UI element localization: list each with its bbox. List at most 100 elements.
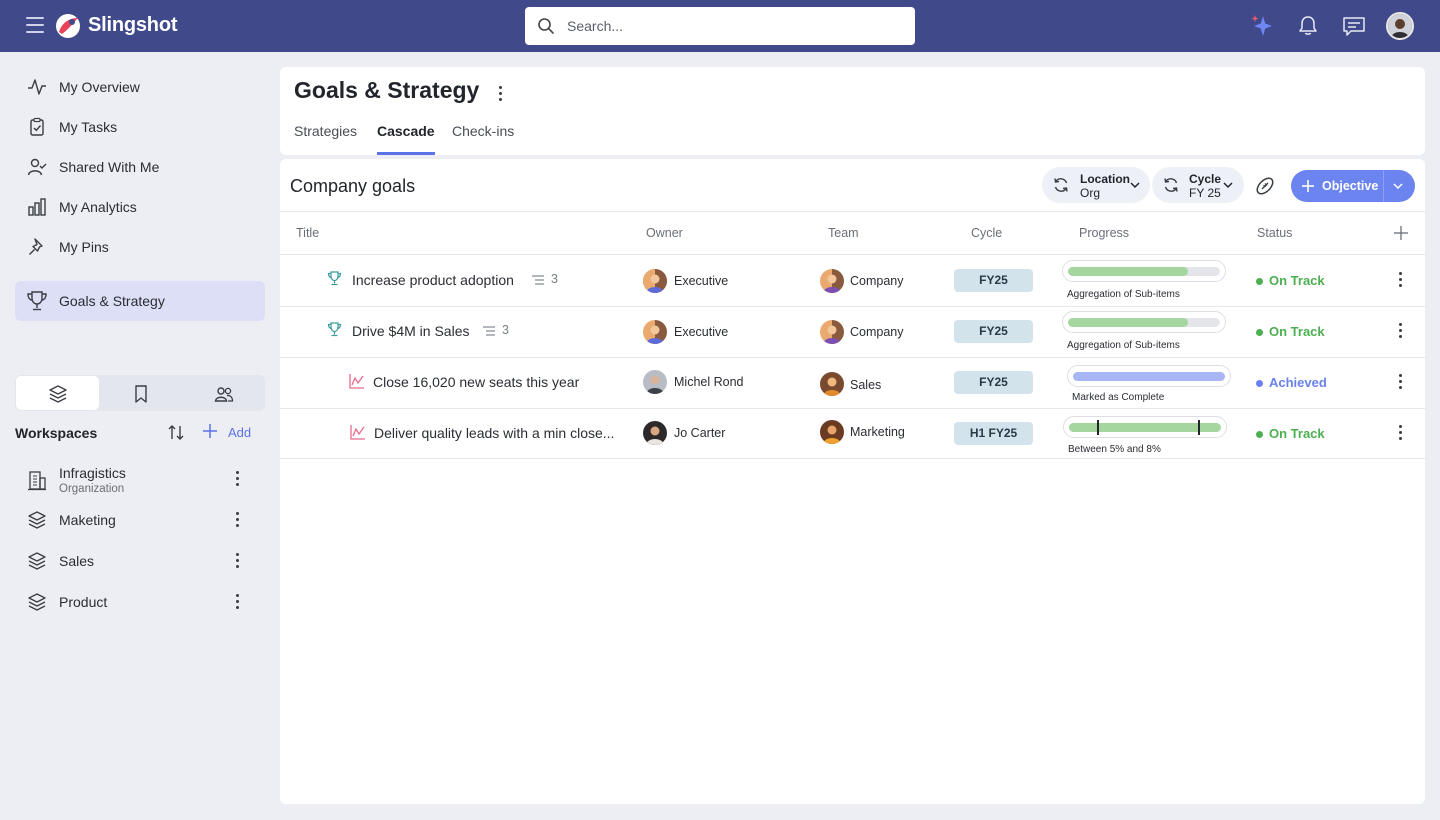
bell-icon[interactable] <box>1295 13 1321 39</box>
app-name[interactable]: Slingshot <box>88 14 178 37</box>
clipboard-check-icon <box>30 117 44 136</box>
workspace-item-product[interactable]: Product <box>15 584 265 620</box>
filter-key: Cycle <box>1189 172 1222 186</box>
tab-bookmarks[interactable] <box>99 376 182 410</box>
search-input[interactable] <box>567 15 897 37</box>
owner-avatar <box>643 370 667 394</box>
slingshot-logo-icon[interactable] <box>54 12 82 40</box>
football-icon[interactable] <box>1254 175 1276 197</box>
progress-bar[interactable] <box>1067 365 1231 387</box>
workspace-menu-icon[interactable] <box>229 551 245 571</box>
workspace-menu-icon[interactable] <box>229 510 245 530</box>
row-title[interactable]: Deliver quality leads with a min close..… <box>374 425 614 441</box>
row-menu-icon[interactable] <box>1392 423 1408 445</box>
add-column-icon[interactable] <box>1393 225 1409 241</box>
workspace-tabs <box>15 375 265 411</box>
team-name: Marketing <box>850 425 905 439</box>
column-header-status[interactable]: Status <box>1257 226 1292 240</box>
row-menu-icon[interactable] <box>1392 372 1408 394</box>
workspace-item-maketing[interactable]: Maketing <box>15 502 265 538</box>
sub-items-icon <box>483 326 495 336</box>
section-title: Company goals <box>290 176 416 196</box>
search-icon <box>538 18 554 34</box>
tab-strategies[interactable]: Strategies <box>294 123 357 155</box>
users-icon <box>214 387 234 402</box>
tab-cascade[interactable]: Cascade <box>377 123 435 155</box>
column-header-owner[interactable]: Owner <box>646 226 683 240</box>
cycle-badge[interactable]: FY25 <box>954 371 1033 394</box>
sidebar-item-label: My Pins <box>59 239 109 255</box>
sidebar-item-label: Goals & Strategy <box>59 293 165 309</box>
tab-workspaces[interactable] <box>16 376 99 410</box>
sidebar-item-my-overview[interactable]: My Overview <box>15 67 265 107</box>
sort-icon[interactable] <box>166 423 186 443</box>
sidebar-item-my-pins[interactable]: My Pins <box>15 227 265 267</box>
sub-items-icon <box>532 275 544 285</box>
progress-bar[interactable] <box>1063 416 1227 438</box>
team-name: Company <box>850 325 904 339</box>
trophy-icon <box>27 291 47 311</box>
bookmark-icon <box>135 385 147 403</box>
table-row[interactable]: Increase product adoption 3 Executive Co… <box>280 255 1425 306</box>
sidebar-item-goals-strategy[interactable]: Goals & Strategy <box>15 281 265 321</box>
cycle-badge[interactable]: H1 FY25 <box>954 422 1033 445</box>
workspace-label: Infragistics <box>59 465 126 481</box>
row-title[interactable]: Close 16,020 new seats this year <box>373 374 579 390</box>
workspace-menu-icon[interactable] <box>229 592 245 612</box>
column-header-cycle[interactable]: Cycle <box>971 226 1002 240</box>
sidebar-item-label: Shared With Me <box>59 159 160 175</box>
workspace-item-sales[interactable]: Sales <box>15 543 265 579</box>
owner-avatar <box>643 269 667 293</box>
column-header-title[interactable]: Title <box>296 226 319 240</box>
sidebar-item-my-tasks[interactable]: My Tasks <box>15 107 265 147</box>
workspace-item-infragistics[interactable]: Infragistics Organization <box>15 461 265 497</box>
search-bar[interactable] <box>525 7 915 45</box>
cycle-badge[interactable]: FY25 <box>954 269 1033 292</box>
row-menu-icon[interactable] <box>1392 321 1408 343</box>
team-avatar <box>820 269 844 293</box>
cycle-filter[interactable]: Cycle FY 25 <box>1152 167 1244 203</box>
table-row[interactable]: Drive $4M in Sales 3 Executive Company F… <box>280 306 1425 357</box>
divider <box>280 211 1425 212</box>
filter-key: Location <box>1080 172 1130 186</box>
workspaces-heading: Workspaces <box>15 425 98 441</box>
sparkle-ai-icon[interactable] <box>1249 13 1275 39</box>
sidebar-item-shared-with-me[interactable]: Shared With Me <box>15 147 265 187</box>
table-row[interactable]: Close 16,020 new seats this year Michel … <box>280 357 1425 408</box>
progress-caption: Aggregation of Sub-items <box>1067 340 1180 351</box>
row-title[interactable]: Drive $4M in Sales <box>352 323 470 339</box>
progress-bar[interactable] <box>1062 260 1226 282</box>
user-avatar[interactable] <box>1386 12 1414 40</box>
trophy-icon <box>327 322 342 337</box>
page-title: Goals & Strategy <box>294 77 480 103</box>
page-menu-icon[interactable] <box>492 81 508 103</box>
menu-icon[interactable] <box>26 17 44 33</box>
workspace-menu-icon[interactable] <box>229 469 245 489</box>
table-row[interactable]: Deliver quality leads with a min close..… <box>280 408 1425 459</box>
team-avatar <box>820 372 844 396</box>
layers-icon <box>28 552 46 570</box>
column-header-team[interactable]: Team <box>828 226 859 240</box>
column-header-progress[interactable]: Progress <box>1079 226 1129 240</box>
tab-check-ins[interactable]: Check-ins <box>452 123 514 155</box>
filter-value: Org <box>1080 186 1101 200</box>
tab-people[interactable] <box>182 376 265 410</box>
plus-icon <box>1302 180 1314 192</box>
chevron-down-icon[interactable] <box>1393 181 1403 191</box>
sidebar-item-my-analytics[interactable]: My Analytics <box>15 187 265 227</box>
team-avatar <box>820 420 844 444</box>
layers-icon <box>28 593 46 611</box>
bar-chart-icon <box>28 198 46 216</box>
location-filter[interactable]: Location Org <box>1042 167 1150 203</box>
plus-icon <box>203 424 217 438</box>
row-menu-icon[interactable] <box>1392 270 1408 292</box>
add-objective-button[interactable]: Objective <box>1291 170 1415 202</box>
progress-bar[interactable] <box>1062 311 1226 333</box>
team-name: Sales <box>850 378 882 392</box>
progress-caption: Between 5% and 8% <box>1068 444 1161 455</box>
row-title[interactable]: Increase product adoption <box>352 272 514 288</box>
workspace-label: Maketing <box>59 512 116 528</box>
chat-icon[interactable] <box>1341 13 1367 39</box>
owner-name: Executive <box>674 325 729 339</box>
cycle-badge[interactable]: FY25 <box>954 320 1033 343</box>
